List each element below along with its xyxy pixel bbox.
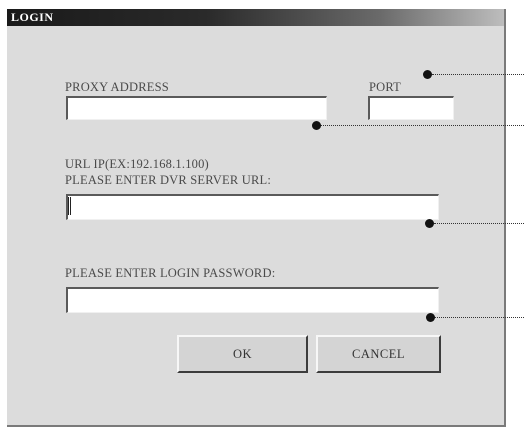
password-input[interactable] <box>66 287 439 313</box>
proxy-address-input[interactable] <box>66 96 327 120</box>
ok-button-label: OK <box>232 346 253 361</box>
callout-line-server-url <box>434 223 524 224</box>
password-label: PLEASE ENTER LOGIN PASSWORD: <box>65 266 276 280</box>
window-title: LOGIN <box>11 10 54 24</box>
title-bar: LOGIN <box>7 9 504 26</box>
callout-dot-server-url <box>425 219 434 228</box>
login-screen: LOGIN PROXY ADDRESS PORT URL IP(EX:192.1… <box>0 0 528 432</box>
server-url-label: PLEASE ENTER DVR SERVER URL: <box>65 173 271 187</box>
callout-dot-port <box>423 70 432 79</box>
proxy-address-label: PROXY ADDRESS <box>65 80 169 94</box>
port-input[interactable] <box>368 96 454 120</box>
callout-dot-password <box>426 313 435 322</box>
server-url-hint: URL IP(EX:192.168.1.100) <box>65 157 209 171</box>
callout-line-proxy-address <box>321 125 524 126</box>
callout-line-password <box>435 317 524 318</box>
cancel-button[interactable]: CANCEL <box>316 335 441 373</box>
callout-dot-proxy-address <box>312 121 321 130</box>
port-label: PORT <box>369 80 402 94</box>
cancel-button-label: CANCEL <box>352 346 405 361</box>
server-url-input[interactable] <box>66 194 439 220</box>
text-cursor <box>68 197 71 215</box>
callout-line-port <box>432 74 524 75</box>
ok-button[interactable]: OK <box>177 335 308 373</box>
